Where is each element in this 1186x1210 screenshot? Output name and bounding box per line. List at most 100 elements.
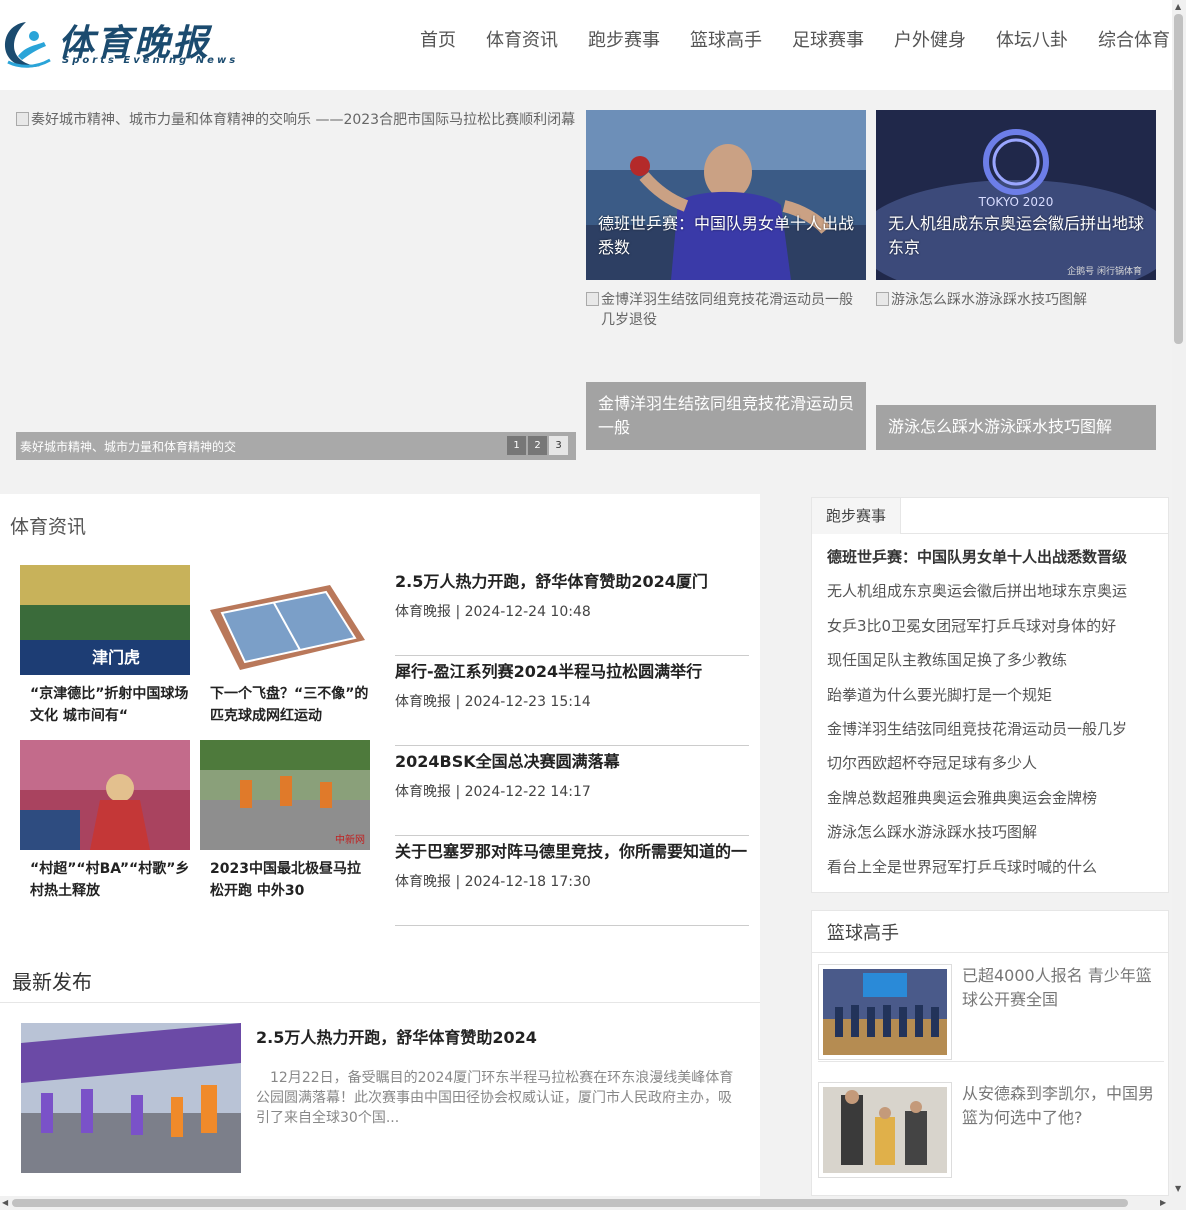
nav-sports-news[interactable]: 体育资讯 [486, 27, 558, 55]
thumb-caption[interactable]: “村超”“村BA”“村歌”乡村热土释放 [20, 858, 190, 902]
sidebar-list-item[interactable]: 切尔西欧超杯夺冠足球有多少人 [827, 751, 1127, 785]
news-list-item[interactable]: 2.5万人热力开跑，舒华体育赞助2024厦门 体育晚报 | 2024-12-24… [395, 566, 749, 656]
hero-broken-image[interactable]: 奏好城市精神、城市力量和体育精神的交响乐 ——2023合肥市国际马拉松比赛顺利闭… [16, 110, 576, 130]
horizontal-scroll-thumb[interactable] [12, 1199, 1128, 1207]
hero-card-drones[interactable]: TOKYO 2020 企鹅号 闲行锅体育 无人机组成东京奥运会徽后拼出地球东京 [876, 110, 1156, 280]
village-festival-image [20, 740, 190, 850]
stadium-banner-text: 津门虎 [92, 648, 140, 667]
sidebar-list-item[interactable]: 现任国足队主教练国足换了多少教练 [827, 648, 1127, 682]
news-meta: 体育晚报 | 2024-12-18 17:30 [395, 874, 591, 890]
sidebar-basketball-item[interactable]: 从安德森到李凯尔，中国男篮为何选中了他? [818, 1072, 1164, 1180]
thumb-caption[interactable]: 下一个飞盘？“三不像”的匹克球成网红运动 [200, 683, 370, 727]
pickleball-court-image [200, 565, 370, 675]
news-meta: 体育晚报 | 2024-12-22 14:17 [395, 784, 591, 800]
tab-running[interactable]: 跑步赛事 [812, 498, 902, 534]
pager-dot-1[interactable]: 1 [507, 436, 526, 455]
main-nav: 首页 体育资讯 跑步赛事 篮球高手 足球赛事 户外健身 体坛八卦 综合体育 [405, 27, 1185, 55]
news-thumb-card[interactable]: “村超”“村BA”“村歌”乡村热土释放 [20, 740, 190, 902]
hero-card-caption[interactable]: 无人机组成东京奥运会徽后拼出地球东京 [876, 212, 1156, 260]
logo-subtitle: Sports Evening News [62, 55, 239, 66]
scroll-right-arrow-icon[interactable]: ▶ [1160, 1198, 1166, 1207]
news-list-item[interactable]: 犀行-盈江系列赛2024半程马拉松圆满举行 体育晚报 | 2024-12-23 … [395, 656, 749, 746]
news-title[interactable]: 2.5万人热力开跑，舒华体育赞助2024厦门 [395, 571, 749, 593]
hero-card-table-tennis[interactable]: 德班世乒赛：中国队男女单十人出战悉数 [586, 110, 866, 280]
latest-divider [0, 1002, 760, 1003]
hero-card-caption[interactable]: 德班世乒赛：中国队男女单十人出战悉数 [586, 212, 866, 260]
marathon-runners-image: 中新网 [200, 740, 370, 850]
swimming-broken-image: 游泳怎么踩水游泳踩水技巧图解 [876, 290, 1156, 310]
tokyo-image-text: TOKYO 2020 [978, 195, 1054, 209]
sidebar-list-item[interactable]: 看台上全是世界冠军打乒乓球时喊的什么 [827, 855, 1127, 889]
vertical-scrollbar[interactable]: ▲ ▼ [1172, 0, 1186, 1196]
nav-running[interactable]: 跑步赛事 [588, 27, 660, 55]
sidebar-basketball-item[interactable]: 已超4000人报名 青少年篮球公开赛全国 [818, 954, 1164, 1062]
thumb-caption[interactable]: “京津德比”折射中国球场文化 城市间有“ [20, 683, 190, 727]
logo-icon[interactable] [0, 16, 52, 72]
nav-football[interactable]: 足球赛事 [792, 27, 864, 55]
broken-image-icon [16, 112, 29, 126]
basketball-players-image [823, 1087, 947, 1173]
sidebar-list-item[interactable]: 跆拳道为什么要光脚打是一个规矩 [827, 683, 1127, 717]
news-title[interactable]: 关于巴塞罗那对阵马德里竞技，你所需要知道的一 [395, 841, 749, 863]
hero-card-caption[interactable]: 金博洋羽生结弦同组竞技花滑运动员一般 [586, 382, 866, 450]
basketball-thumb[interactable] [818, 1082, 952, 1178]
sidebar-list-item[interactable]: 女乒3比0卫冕女团冠军打乒乓球对身体的好 [827, 614, 1127, 648]
nav-basketball[interactable]: 篮球高手 [690, 27, 762, 55]
pager-dot-2[interactable]: 2 [528, 436, 547, 455]
news-list-item[interactable]: 2024BSK全国总决赛圆满落幕 体育晚报 | 2024-12-22 14:17 [395, 746, 749, 836]
latest-item-description: 12月22日，备受瞩目的2024厦门环东半程马拉松赛在环东浪漫线美峰体育公园圆满… [256, 1070, 734, 1126]
section-title-latest: 最新发布 [12, 970, 92, 994]
hero-caption[interactable]: 奏好城市精神、城市力量和体育精神的交 [20, 438, 236, 455]
sidebar-running-list: 德班世乒赛：中国队男女单十人出战悉数晋级 无人机组成东京奥运会徽后拼出地球东京奥… [827, 545, 1127, 889]
basketball-team-image [823, 969, 947, 1055]
hero-card-caption[interactable]: 游泳怎么踩水游泳踩水技巧图解 [876, 405, 1156, 450]
news-title[interactable]: 犀行-盈江系列赛2024半程马拉松圆满举行 [395, 661, 749, 683]
vertical-scroll-thumb[interactable] [1174, 14, 1183, 344]
scroll-up-arrow-icon[interactable]: ▲ [1175, 2, 1181, 11]
broken-image-icon [876, 292, 889, 306]
latest-marathon-image[interactable] [21, 1023, 241, 1173]
news-list: 2.5万人热力开跑，舒华体育赞助2024厦门 体育晚报 | 2024-12-24… [395, 566, 749, 926]
horizontal-scrollbar[interactable]: ◀ ▶ [0, 1196, 1186, 1210]
sidebar-divider [812, 952, 1168, 953]
hero-caption-bar: 奏好城市精神、城市力量和体育精神的交 1 2 3 [16, 432, 576, 460]
news-thumb-card[interactable]: 中新网 2023中国最北极昼马拉松开跑 中外30 [200, 740, 370, 902]
basketball-item-text[interactable]: 从安德森到李凯尔，中国男篮为何选中了他? [962, 1082, 1162, 1130]
nav-outdoor-fitness[interactable]: 户外健身 [894, 27, 966, 55]
thumb-caption[interactable]: 2023中国最北极昼马拉松开跑 中外30 [200, 858, 370, 902]
news-thumb-card[interactable]: 津门虎 “京津德比”折射中国球场文化 城市间有“ [20, 565, 190, 727]
figure-skating-broken-image: 金博洋羽生结弦同组竞技花滑运动员一般几岁退役 [586, 290, 866, 330]
news-meta: 体育晚报 | 2024-12-24 10:48 [395, 604, 591, 620]
sidebar-list-item[interactable]: 德班世乒赛：中国队男女单十人出战悉数晋级 [827, 545, 1127, 579]
stadium-image: 津门虎 [20, 565, 190, 675]
nav-home[interactable]: 首页 [420, 27, 456, 55]
broken-image-icon [586, 292, 599, 306]
nav-sports-gossip[interactable]: 体坛八卦 [996, 27, 1068, 55]
news-thumb-card[interactable]: 下一个飞盘？“三不像”的匹克球成网红运动 [200, 565, 370, 727]
sidebar-running-box: 跑步赛事 德班世乒赛：中国队男女单十人出战悉数晋级 无人机组成东京奥运会徽后拼出… [811, 497, 1169, 893]
scroll-left-arrow-icon[interactable]: ◀ [2, 1198, 8, 1207]
basketball-item-text[interactable]: 已超4000人报名 青少年篮球公开赛全国 [962, 964, 1162, 1012]
nav-general-sports[interactable]: 综合体育 [1098, 27, 1170, 55]
sidebar-list-item[interactable]: 金牌总数超雅典奥运会雅典奥运会金牌榜 [827, 786, 1127, 820]
sidebar-list-item[interactable]: 游泳怎么踩水游泳踩水技巧图解 [827, 820, 1127, 854]
latest-item-title[interactable]: 2.5万人热力开跑，舒华体育赞助2024 [256, 1024, 537, 1048]
drones-watermark: 企鹅号 闲行锅体育 [1067, 265, 1142, 277]
hero-image-alt: 奏好城市精神、城市力量和体育精神的交响乐 ——2023合肥市国际马拉松比赛顺利闭… [31, 112, 576, 128]
sidebar-basketball-title[interactable]: 篮球高手 [827, 919, 899, 945]
swimming-image-alt: 游泳怎么踩水游泳踩水技巧图解 [891, 292, 1087, 308]
pager-dot-3[interactable]: 3 [549, 436, 568, 455]
basketball-thumb[interactable] [818, 964, 952, 1060]
figure-skating-image-alt: 金博洋羽生结弦同组竞技花滑运动员一般几岁退役 [601, 292, 853, 328]
sidebar-list-item[interactable]: 金博洋羽生结弦同组竞技花滑运动员一般几岁 [827, 717, 1127, 751]
hero-card-figure-skating[interactable]: 金博洋羽生结弦同组竞技花滑运动员一般几岁退役 金博洋羽生结弦同组竞技花滑运动员一… [586, 290, 866, 450]
sidebar-list-item[interactable]: 无人机组成东京奥运会徽后拼出地球东京奥运 [827, 579, 1127, 613]
section-title-sports-news[interactable]: 体育资讯 [10, 512, 86, 539]
news-list-item[interactable]: 关于巴塞罗那对阵马德里竞技，你所需要知道的一 体育晚报 | 2024-12-18… [395, 836, 749, 926]
marathon-watermark: 中新网 [335, 833, 365, 846]
sidebar-basketball-box: 篮球高手 已超4000人报名 青少年篮球公开赛全国 从安德森到李凯尔，中国男篮为… [811, 910, 1169, 1196]
hero-slider[interactable]: 奏好城市精神、城市力量和体育精神的交响乐 ——2023合肥市国际马拉松比赛顺利闭… [16, 110, 576, 460]
news-title[interactable]: 2024BSK全国总决赛圆满落幕 [395, 751, 749, 773]
hero-card-swimming[interactable]: 游泳怎么踩水游泳踩水技巧图解 游泳怎么踩水游泳踩水技巧图解 [876, 290, 1156, 450]
scroll-down-arrow-icon[interactable]: ▼ [1175, 1184, 1181, 1193]
